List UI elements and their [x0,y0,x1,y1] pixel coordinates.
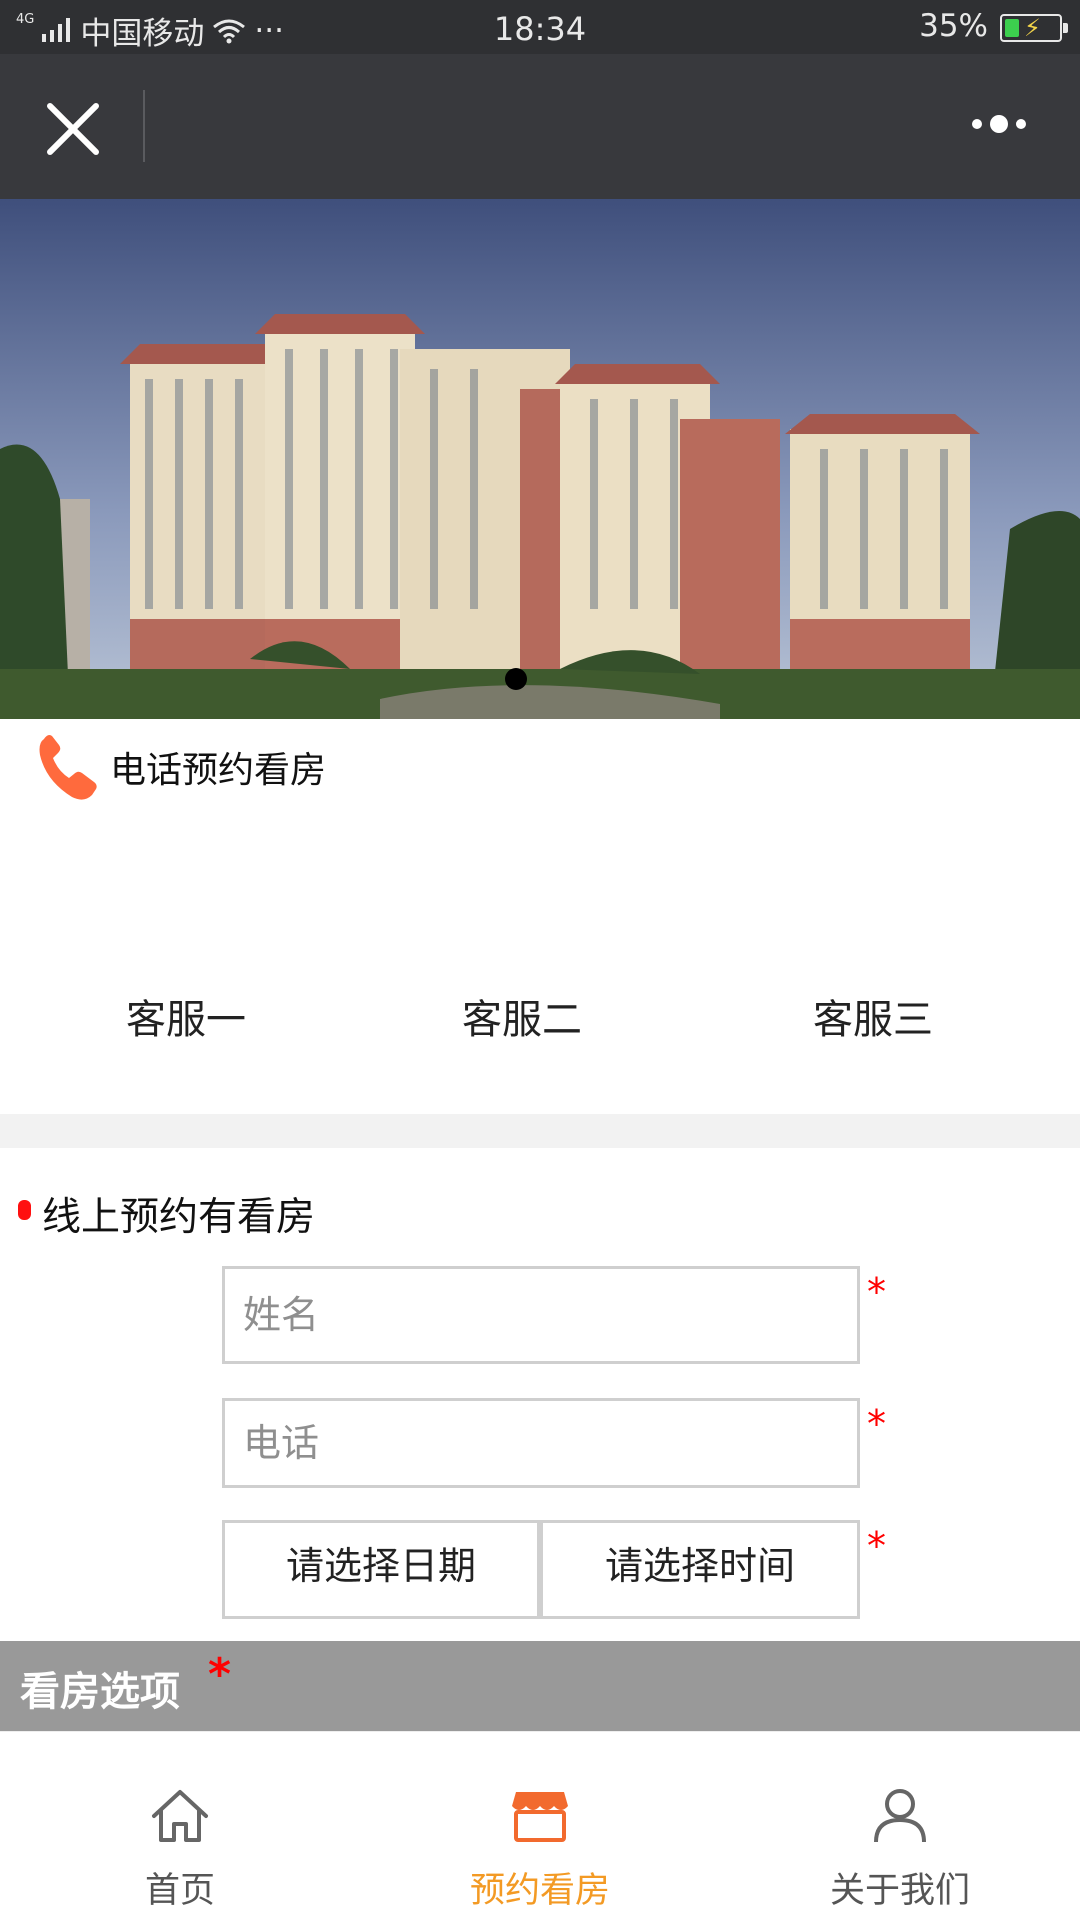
required-mark: * [867,1270,886,1314]
agent-list: 客服一 客服二 客服三 [0,987,1080,1047]
name-field[interactable] [222,1266,860,1364]
more-options-button[interactable] [954,104,1044,144]
banner-image[interactable] [0,199,1080,719]
agent-button-2[interactable]: 客服二 [462,987,582,1045]
phone-booking-section: 电话预约看房 客服一 客服二 客服三 [0,719,1080,1114]
more-dot [972,119,982,129]
tab-booking[interactable]: 预约看房 [360,1732,720,1921]
tab-about-label: 关于我们 [829,1871,970,1911]
battery-tip [1063,23,1068,33]
store-icon [512,1792,568,1842]
date-picker-button[interactable]: 请选择日期 [222,1520,540,1619]
battery-percentage: 35% [919,8,988,44]
required-mark: * [867,1402,886,1446]
user-icon [874,1789,926,1843]
bottom-tab-bar: 首页 预约看房 关于我们 [0,1731,1080,1920]
tab-home[interactable]: 首页 [0,1732,360,1921]
phone-booking-title: 电话预约看房 [110,750,327,791]
title-bar [0,54,1080,199]
tab-home-label: 首页 [144,1871,215,1911]
viewing-options-title: 看房选项 [20,1669,180,1715]
battery-icon: ⚡ [1000,14,1068,42]
phone-field[interactable] [222,1398,860,1488]
clock: 18:34 [493,10,587,48]
name-input[interactable] [243,1293,857,1337]
close-button[interactable] [38,94,108,164]
more-dot [990,115,1008,133]
title-divider [143,90,145,162]
battery-fill [1005,19,1020,37]
section-bullet [18,1200,31,1220]
agent-button-3[interactable]: 客服三 [813,987,933,1045]
charging-bolt-icon: ⚡ [1024,14,1041,42]
apartment-buildings-image [0,199,1080,719]
close-icon [47,103,99,155]
carousel-indicator-dot[interactable] [505,668,527,690]
phone-icon [39,735,97,800]
online-booking-title: 线上预约有看房 [42,1195,316,1240]
tab-booking-label: 预约看房 [469,1871,610,1911]
required-mark: * [867,1524,886,1568]
agent-button-1[interactable]: 客服一 [126,987,246,1045]
section-divider [0,1114,1080,1148]
phone-input[interactable] [243,1421,857,1465]
time-picker-button[interactable]: 请选择时间 [540,1520,860,1619]
viewing-options-header: 看房选项 * [0,1641,1080,1731]
required-mark: * [208,1649,232,1700]
status-bar: 4G 中国移动 ··· 18:34 35% ⚡ [0,0,1080,54]
home-icon [152,1790,208,1842]
tab-about[interactable]: 关于我们 [720,1732,1080,1921]
more-dot [1016,119,1026,129]
